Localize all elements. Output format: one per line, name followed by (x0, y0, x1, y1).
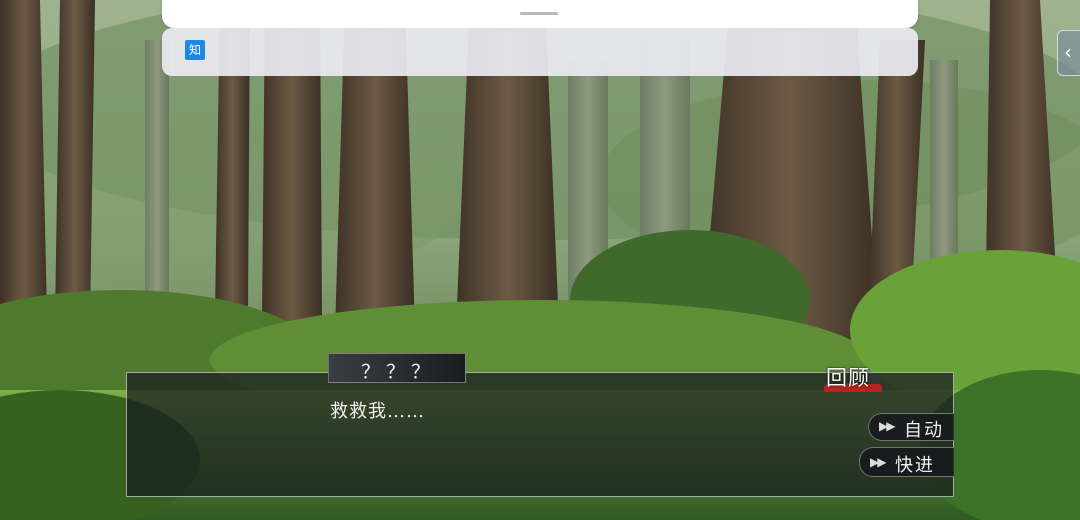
speaker-nameplate: ？？？ (328, 353, 466, 383)
review-button[interactable]: 回顾 (824, 362, 884, 394)
fast-forward-icon: ▶▶ (870, 455, 887, 469)
auto-label: 自动 (904, 420, 944, 441)
auto-button[interactable]: ▶▶ 自动 (868, 413, 954, 441)
speaker-name: ？？？ (361, 361, 437, 383)
dialogue-line: 救救我…… (330, 401, 425, 422)
fast-forward-label: 快进 (895, 455, 935, 476)
drag-handle[interactable] (520, 12, 558, 15)
chevron-left-icon: ‹ (1064, 40, 1072, 64)
side-panel-tab[interactable]: ‹ (1057, 30, 1080, 76)
review-label: 回顾 (826, 366, 870, 390)
notification-bar[interactable]: 知 (162, 28, 918, 76)
fast-forward-button[interactable]: ▶▶ 快进 (859, 447, 954, 477)
zhi-app-icon[interactable]: 知 (185, 40, 205, 60)
top-sheet[interactable] (162, 0, 918, 28)
fast-forward-icon: ▶▶ (879, 419, 896, 433)
